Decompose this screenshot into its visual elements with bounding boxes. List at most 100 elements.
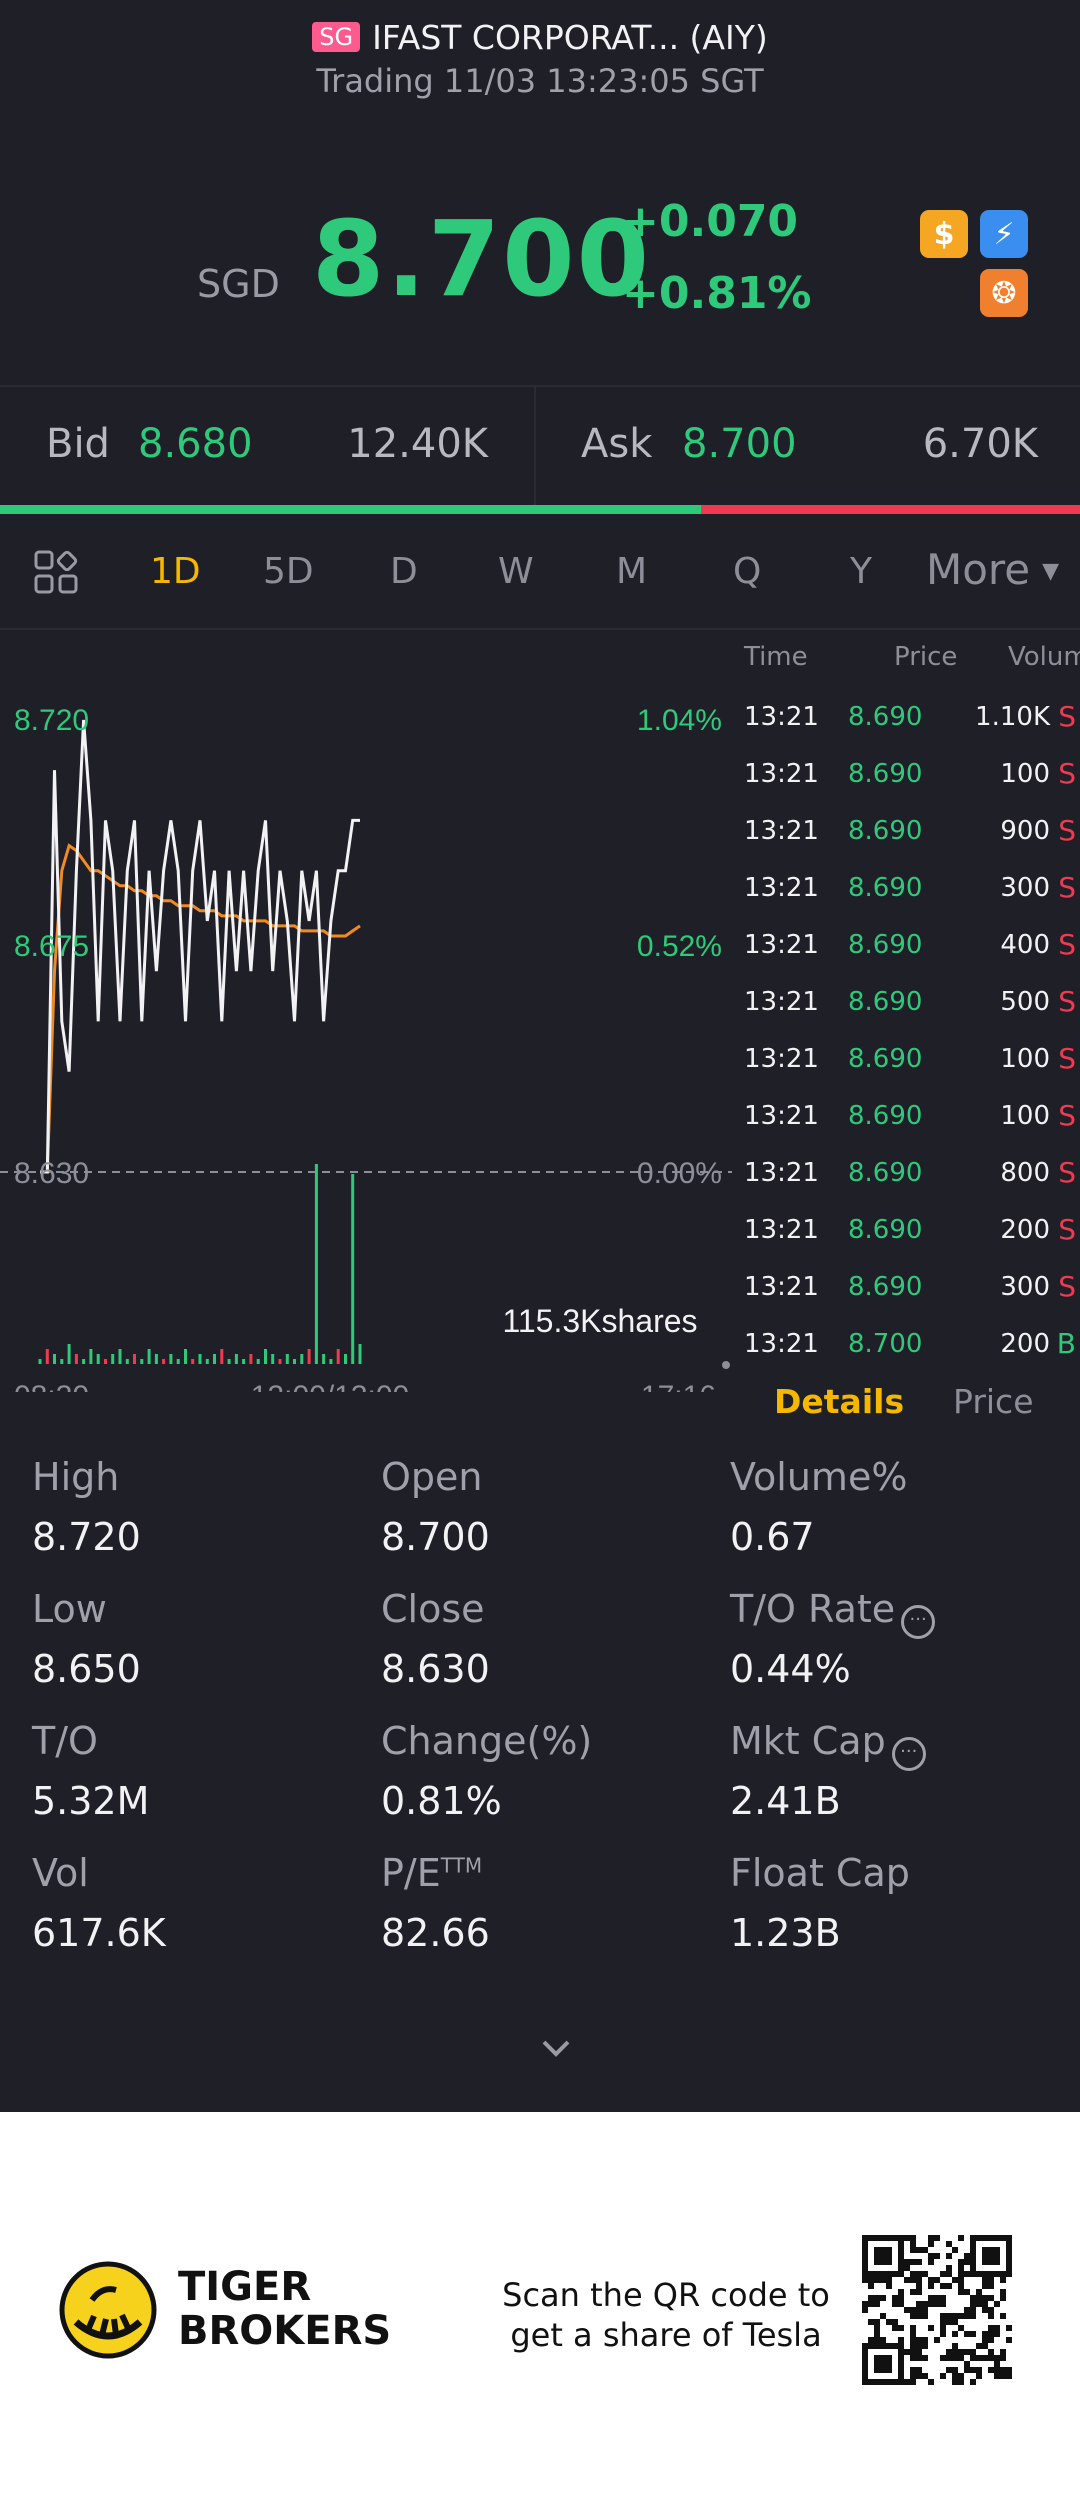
tick-volume: 100 [1000, 759, 1050, 789]
stat-label: Volume% [730, 1455, 907, 1499]
tab-w[interactable]: W [498, 551, 534, 592]
brand-line-1: TIGER [178, 2264, 312, 2310]
stat-label-text: Open [381, 1455, 483, 1499]
tab-m[interactable]: M [616, 551, 647, 592]
volume-bar [82, 1359, 86, 1364]
tick-volume: 1.10K [975, 702, 1050, 732]
tick-row: 13:21 8.690 100 S [740, 745, 1080, 802]
x-label-open: 08:30 [14, 1380, 89, 1392]
tick-volume: 100 [1000, 1044, 1050, 1074]
pct-label-mid: 0.52% [637, 930, 722, 963]
tab-more[interactable]: More ▼ [926, 545, 1059, 594]
stat-label: T/O Rate ··· [730, 1587, 936, 1639]
more-label: More [926, 545, 1031, 594]
tab-d[interactable]: D [390, 551, 418, 592]
tick-price: 8.690 [848, 1158, 923, 1188]
brain-icon[interactable]: ❂ [980, 269, 1028, 317]
tick-side: S [1058, 1099, 1076, 1132]
volume-bar [162, 1359, 166, 1364]
tick-price: 8.690 [848, 816, 923, 846]
more-info-icon[interactable]: ··· [901, 1605, 936, 1639]
volume-bar [176, 1359, 180, 1364]
stat-label: T/O [32, 1719, 98, 1763]
tick-side: S [1058, 814, 1076, 847]
volume-bar [104, 1359, 107, 1364]
qr-code[interactable] [862, 2235, 1012, 2385]
volume-bar [205, 1359, 209, 1364]
bid-ratio-fill [0, 505, 701, 514]
y-label-bottom: 8.630 [14, 1157, 89, 1190]
volume-bar [307, 1349, 311, 1364]
more-info-icon[interactable]: ··· [891, 1737, 926, 1771]
volume-bar [67, 1344, 71, 1364]
end-marker [722, 1361, 730, 1369]
stat-label: P/ETTM [381, 1851, 482, 1895]
volume-bar [329, 1359, 333, 1364]
tick-volume: 200 [1000, 1329, 1050, 1359]
tick-time: 13:21 [744, 1272, 819, 1302]
tab-y[interactable]: Y [850, 551, 872, 592]
tick-row: 13:21 8.690 400 S [740, 916, 1080, 973]
tick-side: S [1058, 871, 1076, 904]
volume-bar [147, 1349, 151, 1364]
stat-label-text: High [32, 1455, 120, 1499]
stock-title[interactable]: SG IFAST CORPORAT... (AIY) [0, 18, 1080, 57]
tick-side: S [1058, 1213, 1076, 1246]
price-change: +0.070 [622, 196, 799, 247]
volume-bar [285, 1354, 289, 1364]
volume-bar [234, 1354, 238, 1364]
volume-bar [271, 1354, 275, 1364]
tick-price: 8.690 [848, 987, 923, 1017]
tab-1d[interactable]: 1D [150, 551, 201, 592]
volume-bar [293, 1359, 296, 1364]
bid-ask-ratio-bar [0, 505, 1080, 514]
tab-5d[interactable]: 5D [263, 551, 314, 592]
bid-panel[interactable]: Bid 8.680 12.40K [0, 385, 536, 507]
volume-bar [53, 1354, 56, 1364]
period-tabs: 1D 5D D W M Q Y More ▼ [0, 515, 1080, 630]
tick-price: 8.690 [848, 1044, 923, 1074]
expand-chevron-icon[interactable] [524, 2032, 588, 2068]
tick-volume: 300 [1000, 1272, 1050, 1302]
intraday-chart[interactable]: 8.720 8.675 8.630 1.04% 0.52% 0.00% 115.… [0, 632, 740, 1392]
volume-bar [118, 1349, 122, 1364]
tick-row: 13:21 8.690 300 S [740, 859, 1080, 916]
volume-bar [358, 1344, 362, 1364]
tab-price[interactable]: Price [953, 1382, 1034, 1421]
volume-bar [351, 1174, 355, 1364]
dollar-icon[interactable]: $ [920, 210, 968, 258]
stat-label-text: Float Cap [730, 1851, 910, 1895]
price-change-percent: +0.81% [622, 268, 812, 319]
stat-label-text: Vol [32, 1851, 89, 1895]
tick-time: 13:21 [744, 1101, 819, 1131]
tick-volume: 300 [1000, 873, 1050, 903]
volume-bar [278, 1359, 282, 1364]
tick-row: 13:21 8.690 100 S [740, 1087, 1080, 1144]
tick-side: S [1058, 985, 1076, 1018]
ask-panel[interactable]: Ask 8.700 6.70K [536, 385, 1080, 507]
stat-value: 8.720 [32, 1515, 141, 1559]
tick-side: S [1058, 1156, 1076, 1189]
lightning-icon[interactable]: ⚡ [980, 210, 1028, 258]
stat-label: Open [381, 1455, 483, 1499]
tick-time: 13:21 [744, 816, 819, 846]
stat-label: Vol [32, 1851, 89, 1895]
tab-q[interactable]: Q [733, 551, 761, 592]
tick-price: 8.690 [848, 930, 923, 960]
layout-grid-icon[interactable] [34, 550, 80, 596]
volume-bar [264, 1349, 267, 1364]
tick-side: S [1058, 1270, 1076, 1303]
tick-price: 8.700 [848, 1329, 923, 1359]
ask-price: 8.700 [682, 421, 797, 467]
tick-side: B [1056, 1327, 1076, 1360]
volume-bar [198, 1354, 202, 1364]
pct-label-bottom: 0.00% [637, 1157, 722, 1190]
tick-volume: 100 [1000, 1101, 1050, 1131]
tick-time: 13:21 [744, 987, 819, 1017]
stat-value: 617.6K [32, 1911, 166, 1955]
volume-bar [256, 1359, 260, 1364]
x-label-mid: 12:00/13:00 [251, 1380, 409, 1392]
volume-bar [140, 1359, 144, 1364]
volume-bar [191, 1359, 195, 1364]
tab-details[interactable]: Details [774, 1382, 904, 1421]
